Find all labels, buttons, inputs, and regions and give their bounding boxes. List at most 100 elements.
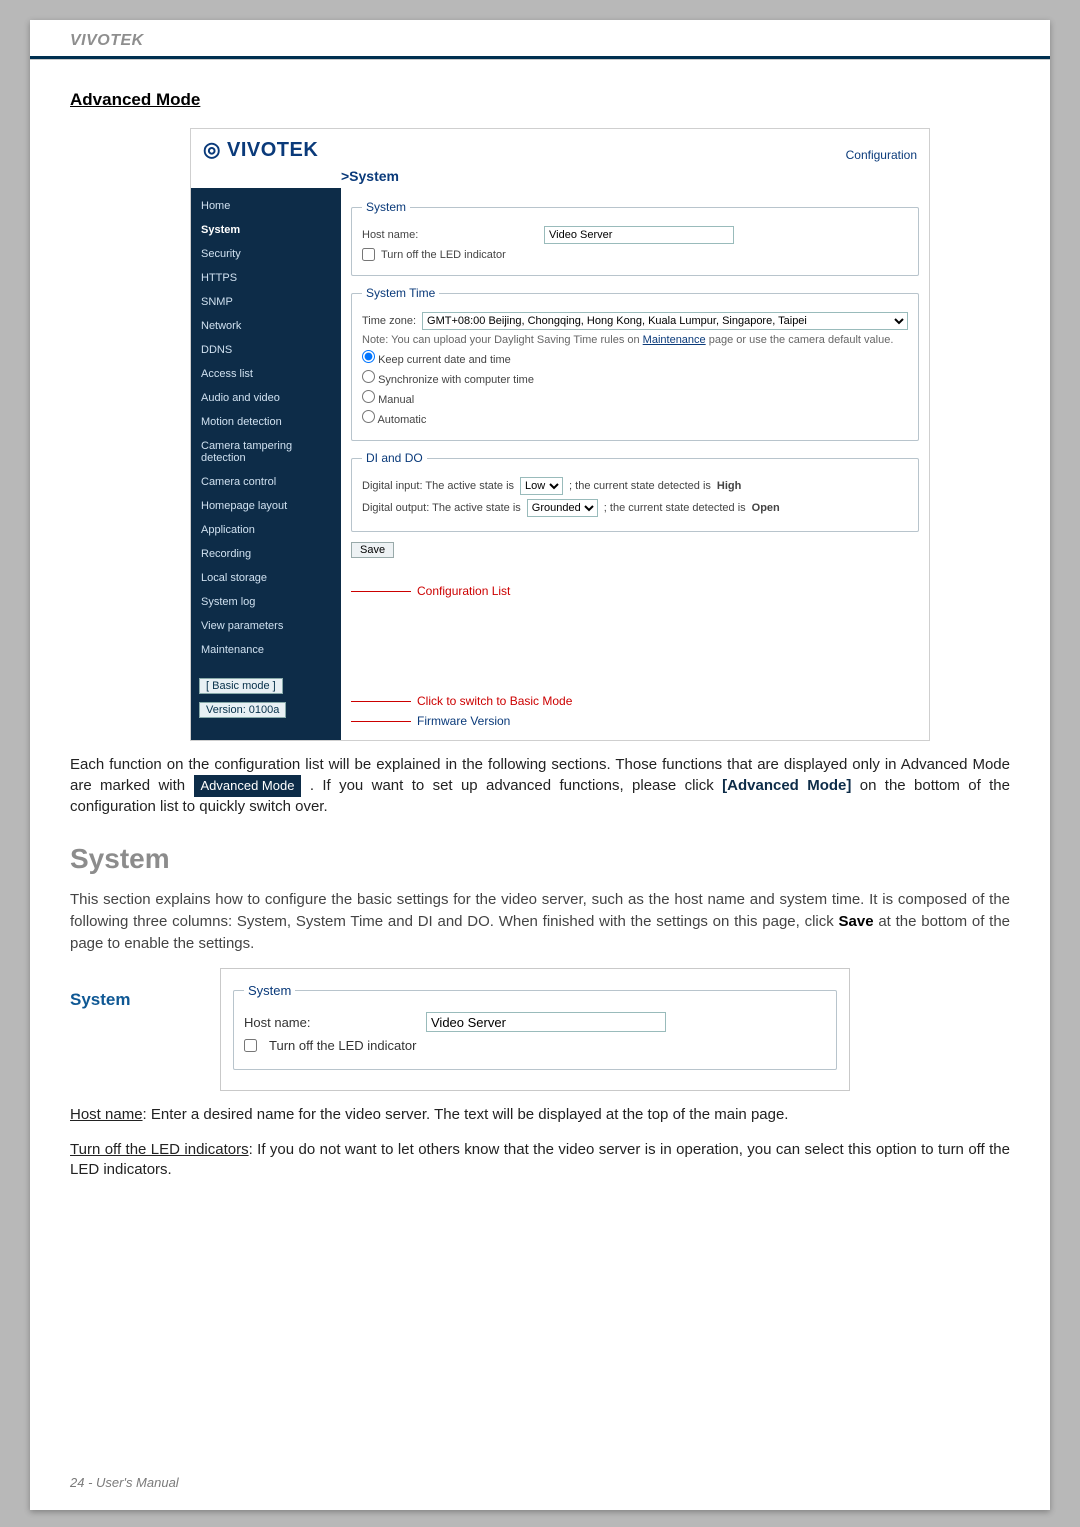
- radio-manual-label: Manual: [378, 394, 414, 406]
- nav-snmp[interactable]: SNMP: [191, 290, 341, 314]
- host-name-input[interactable]: [544, 226, 734, 244]
- mini-led-row: Turn off the LED indicator: [244, 1038, 826, 1053]
- logo: ◎ VIVOTEK: [203, 137, 318, 162]
- system-subheading: System: [70, 990, 210, 1010]
- annot-config-list: Configuration List: [351, 584, 919, 598]
- advanced-mode-tag: Advanced Mode: [194, 775, 302, 797]
- led-definition: Turn off the LED indicators: If you do n…: [70, 1140, 1010, 1181]
- annot-fw-label: Firmware Version: [417, 714, 510, 728]
- intro-text-2: . If you want to set up advanced functio…: [310, 777, 722, 794]
- screenshot-page-title-bar: >System: [191, 164, 929, 188]
- maintenance-link[interactable]: Maintenance: [643, 334, 706, 346]
- nav-audio-video[interactable]: Audio and video: [191, 386, 341, 410]
- version-label: Version: 0100a: [199, 702, 286, 718]
- save-button[interactable]: Save: [351, 542, 394, 558]
- system-time-fieldset: System Time Time zone: GMT+08:00 Beijing…: [351, 286, 919, 441]
- di-state: High: [717, 480, 741, 492]
- nav-maintenance[interactable]: Maintenance: [191, 638, 341, 662]
- section-title: Advanced Mode: [70, 90, 1010, 110]
- mini-system-legend: System: [244, 983, 295, 998]
- save-bold: Save: [839, 913, 874, 930]
- nav-view-parameters[interactable]: View parameters: [191, 614, 341, 638]
- nav-recording[interactable]: Recording: [191, 542, 341, 566]
- host-name-term: Host name: [70, 1106, 143, 1123]
- configuration-link[interactable]: Configuration: [846, 148, 917, 162]
- screenshot-header: ◎ VIVOTEK Configuration: [191, 129, 929, 164]
- brand-name: VIVOTEK: [70, 32, 1030, 50]
- time-opt-manual: Manual: [362, 390, 908, 406]
- nav-motion-detection[interactable]: Motion detection: [191, 410, 341, 434]
- nav-security[interactable]: Security: [191, 242, 341, 266]
- page-footer: 24 - User's Manual: [70, 1475, 179, 1490]
- nav-access-list[interactable]: Access list: [191, 362, 341, 386]
- mini-host-label: Host name:: [244, 1015, 414, 1030]
- di-text-2: ; the current state detected is: [569, 480, 711, 492]
- radio-sync[interactable]: [362, 370, 375, 383]
- page: VIVOTEK Advanced Mode ◎ VIVOTEK Configur…: [30, 20, 1050, 1510]
- annot-basic: Click to switch to Basic Mode: [351, 694, 919, 708]
- nav-local-storage[interactable]: Local storage: [191, 566, 341, 590]
- time-opt-keep: Keep current date and time: [362, 350, 908, 366]
- radio-auto[interactable]: [362, 410, 375, 423]
- dst-note-1: Note: You can upload your Daylight Savin…: [362, 334, 643, 346]
- nav-camera-control[interactable]: Camera control: [191, 470, 341, 494]
- host-name-row: Host name:: [362, 226, 908, 244]
- screenshot-page-title: >System: [341, 168, 399, 184]
- di-select[interactable]: Low: [520, 477, 563, 495]
- radio-auto-label: Automatic: [377, 414, 426, 426]
- basic-mode-button[interactable]: [ Basic mode ]: [199, 678, 283, 694]
- annot-fw: Firmware Version: [351, 714, 919, 728]
- radio-keep-label: Keep current date and time: [378, 354, 511, 366]
- intro-paragraph: Each function on the configuration list …: [70, 755, 1010, 817]
- nav-application[interactable]: Application: [191, 518, 341, 542]
- nav-https[interactable]: HTTPS: [191, 266, 341, 290]
- time-opt-auto: Automatic: [362, 410, 908, 426]
- led-term: Turn off the LED indicators: [70, 1141, 249, 1158]
- accent-line: [30, 56, 1050, 59]
- do-text-1: Digital output: The active state is: [362, 502, 521, 514]
- dido-fieldset: DI and DO Digital input: The active stat…: [351, 451, 919, 532]
- nav-system-log[interactable]: System log: [191, 590, 341, 614]
- system-legend: System: [362, 200, 410, 214]
- page-content: Advanced Mode ◎ VIVOTEK Configuration >S…: [30, 60, 1050, 1180]
- system-heading: System: [70, 843, 1010, 875]
- mini-led-checkbox[interactable]: [244, 1039, 257, 1052]
- timezone-label: Time zone:: [362, 315, 416, 327]
- timezone-select[interactable]: GMT+08:00 Beijing, Chongqing, Hong Kong,…: [422, 312, 908, 330]
- annot-config-list-label: Configuration List: [417, 584, 510, 598]
- di-row: Digital input: The active state is Low ;…: [362, 477, 908, 495]
- nav-ddns[interactable]: DDNS: [191, 338, 341, 362]
- dst-note: Note: You can upload your Daylight Savin…: [362, 334, 908, 346]
- host-name-text: : Enter a desired name for the video ser…: [143, 1106, 789, 1123]
- annot-line-icon: [351, 701, 411, 702]
- dst-note-2: page or use the camera default value.: [706, 334, 894, 346]
- nav-network[interactable]: Network: [191, 314, 341, 338]
- dido-legend: DI and DO: [362, 451, 427, 465]
- system-description: This section explains how to configure t…: [70, 889, 1010, 954]
- page-header: VIVOTEK: [30, 20, 1050, 60]
- annot-line-icon: [351, 721, 411, 722]
- config-screenshot: ◎ VIVOTEK Configuration >System Home Sys…: [190, 128, 930, 741]
- nav-homepage-layout[interactable]: Homepage layout: [191, 494, 341, 518]
- mini-host-input[interactable]: [426, 1012, 666, 1032]
- nav-camera-tampering[interactable]: Camera tampering detection: [191, 434, 341, 470]
- annot-line-icon: [351, 591, 411, 592]
- host-name-label: Host name:: [362, 229, 442, 241]
- time-opt-sync: Synchronize with computer time: [362, 370, 908, 386]
- nav-home[interactable]: Home: [191, 194, 341, 218]
- di-text-1: Digital input: The active state is: [362, 480, 514, 492]
- advanced-mode-bold: [Advanced Mode]: [722, 777, 851, 794]
- radio-manual[interactable]: [362, 390, 375, 403]
- do-row: Digital output: The active state is Grou…: [362, 499, 908, 517]
- mini-system-fieldset: System Host name: Turn off the LED indic…: [233, 983, 837, 1070]
- annot-basic-label: Click to switch to Basic Mode: [417, 694, 572, 708]
- mini-led-label: Turn off the LED indicator: [269, 1038, 416, 1053]
- led-label: Turn off the LED indicator: [381, 249, 506, 261]
- radio-keep[interactable]: [362, 350, 375, 363]
- system-time-legend: System Time: [362, 286, 439, 300]
- do-text-2: ; the current state detected is: [604, 502, 746, 514]
- led-checkbox[interactable]: [362, 248, 375, 261]
- screenshot-body: Home System Security HTTPS SNMP Network …: [191, 188, 929, 740]
- do-select[interactable]: Grounded: [527, 499, 598, 517]
- nav-system[interactable]: System: [191, 218, 341, 242]
